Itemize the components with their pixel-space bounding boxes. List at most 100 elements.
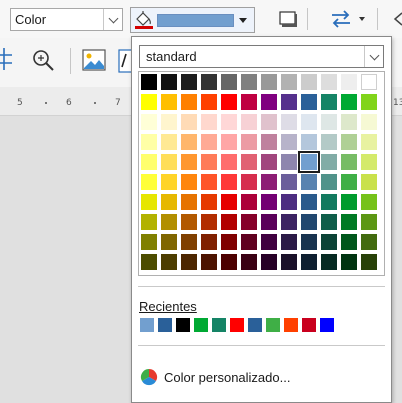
recent-color-swatch[interactable] bbox=[284, 318, 298, 332]
recent-color-swatch[interactable] bbox=[320, 318, 334, 332]
color-swatch[interactable] bbox=[141, 154, 157, 170]
transparency-icon[interactable] bbox=[330, 10, 352, 28]
color-swatch[interactable] bbox=[361, 194, 377, 210]
color-swatch[interactable] bbox=[221, 94, 237, 110]
color-swatch[interactable] bbox=[181, 174, 197, 190]
color-swatch[interactable] bbox=[241, 174, 257, 190]
color-swatch[interactable] bbox=[321, 74, 337, 90]
color-swatch[interactable] bbox=[181, 74, 197, 90]
color-swatch[interactable] bbox=[161, 114, 177, 130]
color-swatch[interactable] bbox=[181, 214, 197, 230]
color-swatch[interactable] bbox=[141, 194, 157, 210]
color-swatch[interactable] bbox=[181, 134, 197, 150]
color-swatch[interactable] bbox=[161, 134, 177, 150]
color-swatch[interactable] bbox=[221, 234, 237, 250]
color-swatch[interactable] bbox=[341, 254, 357, 270]
chevron-down-icon[interactable] bbox=[364, 46, 383, 67]
color-swatch[interactable] bbox=[341, 94, 357, 110]
color-swatch[interactable] bbox=[341, 74, 357, 90]
color-swatch[interactable] bbox=[161, 194, 177, 210]
color-swatch[interactable] bbox=[201, 194, 217, 210]
image-icon[interactable] bbox=[82, 49, 106, 71]
color-swatch[interactable] bbox=[341, 154, 357, 170]
color-swatch[interactable] bbox=[141, 94, 157, 110]
color-swatch[interactable] bbox=[221, 254, 237, 270]
recent-color-swatch[interactable] bbox=[266, 318, 280, 332]
color-swatch[interactable] bbox=[361, 114, 377, 130]
color-swatch[interactable] bbox=[321, 214, 337, 230]
color-swatch[interactable] bbox=[161, 74, 177, 90]
color-swatch[interactable] bbox=[361, 174, 377, 190]
color-swatch[interactable] bbox=[261, 114, 277, 130]
color-swatch[interactable] bbox=[361, 214, 377, 230]
recent-color-swatch[interactable] bbox=[230, 318, 244, 332]
color-swatch[interactable] bbox=[221, 194, 237, 210]
color-swatch[interactable] bbox=[201, 154, 217, 170]
color-swatch[interactable] bbox=[301, 234, 317, 250]
color-swatch[interactable] bbox=[201, 254, 217, 270]
color-swatch[interactable] bbox=[281, 94, 297, 110]
color-swatch[interactable] bbox=[261, 174, 277, 190]
color-swatch[interactable] bbox=[261, 194, 277, 210]
color-swatch[interactable] bbox=[361, 234, 377, 250]
color-swatch[interactable] bbox=[241, 74, 257, 90]
color-swatch[interactable] bbox=[201, 134, 217, 150]
color-swatch[interactable] bbox=[341, 114, 357, 130]
recent-color-swatch[interactable] bbox=[302, 318, 316, 332]
recent-color-swatch[interactable] bbox=[248, 318, 262, 332]
color-swatch[interactable] bbox=[181, 234, 197, 250]
color-swatch[interactable] bbox=[361, 134, 377, 150]
color-swatch[interactable] bbox=[361, 254, 377, 270]
color-swatch[interactable] bbox=[321, 174, 337, 190]
zoom-icon[interactable] bbox=[31, 48, 55, 72]
dropdown-arrow-icon[interactable] bbox=[239, 18, 247, 23]
color-swatch[interactable] bbox=[221, 214, 237, 230]
color-swatch[interactable] bbox=[281, 134, 297, 150]
color-swatch[interactable] bbox=[241, 194, 257, 210]
color-swatch[interactable] bbox=[341, 134, 357, 150]
color-swatch[interactable] bbox=[281, 174, 297, 190]
color-swatch[interactable] bbox=[281, 234, 297, 250]
color-swatch[interactable] bbox=[141, 214, 157, 230]
color-swatch[interactable] bbox=[341, 234, 357, 250]
color-swatch[interactable] bbox=[301, 94, 317, 110]
color-swatch[interactable] bbox=[221, 114, 237, 130]
color-swatch[interactable] bbox=[141, 114, 157, 130]
color-swatch[interactable] bbox=[281, 154, 297, 170]
color-swatch[interactable] bbox=[161, 234, 177, 250]
color-swatch[interactable] bbox=[301, 114, 317, 130]
color-swatch[interactable] bbox=[321, 254, 337, 270]
color-swatch[interactable] bbox=[321, 134, 337, 150]
color-swatch[interactable] bbox=[241, 234, 257, 250]
color-swatch[interactable] bbox=[281, 214, 297, 230]
color-swatch[interactable] bbox=[241, 154, 257, 170]
recent-color-swatch[interactable] bbox=[140, 318, 154, 332]
arrow-style-icon[interactable] bbox=[392, 10, 402, 28]
color-swatch[interactable] bbox=[361, 94, 377, 110]
color-swatch[interactable] bbox=[161, 214, 177, 230]
color-swatch[interactable] bbox=[341, 214, 357, 230]
color-swatch[interactable] bbox=[281, 194, 297, 210]
recent-color-swatch[interactable] bbox=[212, 318, 226, 332]
crop-icon[interactable] bbox=[0, 47, 12, 71]
color-swatch[interactable] bbox=[301, 134, 317, 150]
color-swatch[interactable] bbox=[261, 94, 277, 110]
color-swatch[interactable] bbox=[221, 154, 237, 170]
color-swatch[interactable] bbox=[281, 74, 297, 90]
color-swatch[interactable] bbox=[301, 174, 317, 190]
color-swatch[interactable] bbox=[301, 74, 317, 90]
color-swatch[interactable] bbox=[261, 154, 277, 170]
color-swatch[interactable] bbox=[221, 174, 237, 190]
color-swatch[interactable] bbox=[301, 214, 317, 230]
color-swatch[interactable] bbox=[321, 94, 337, 110]
color-swatch[interactable] bbox=[261, 234, 277, 250]
color-swatch[interactable] bbox=[141, 254, 157, 270]
color-swatch[interactable] bbox=[181, 194, 197, 210]
color-swatch[interactable] bbox=[341, 174, 357, 190]
color-swatch[interactable] bbox=[181, 154, 197, 170]
color-swatch[interactable] bbox=[261, 254, 277, 270]
color-swatch[interactable] bbox=[201, 174, 217, 190]
color-swatch[interactable] bbox=[321, 194, 337, 210]
color-swatch[interactable] bbox=[201, 234, 217, 250]
fill-color-button[interactable] bbox=[130, 7, 255, 33]
